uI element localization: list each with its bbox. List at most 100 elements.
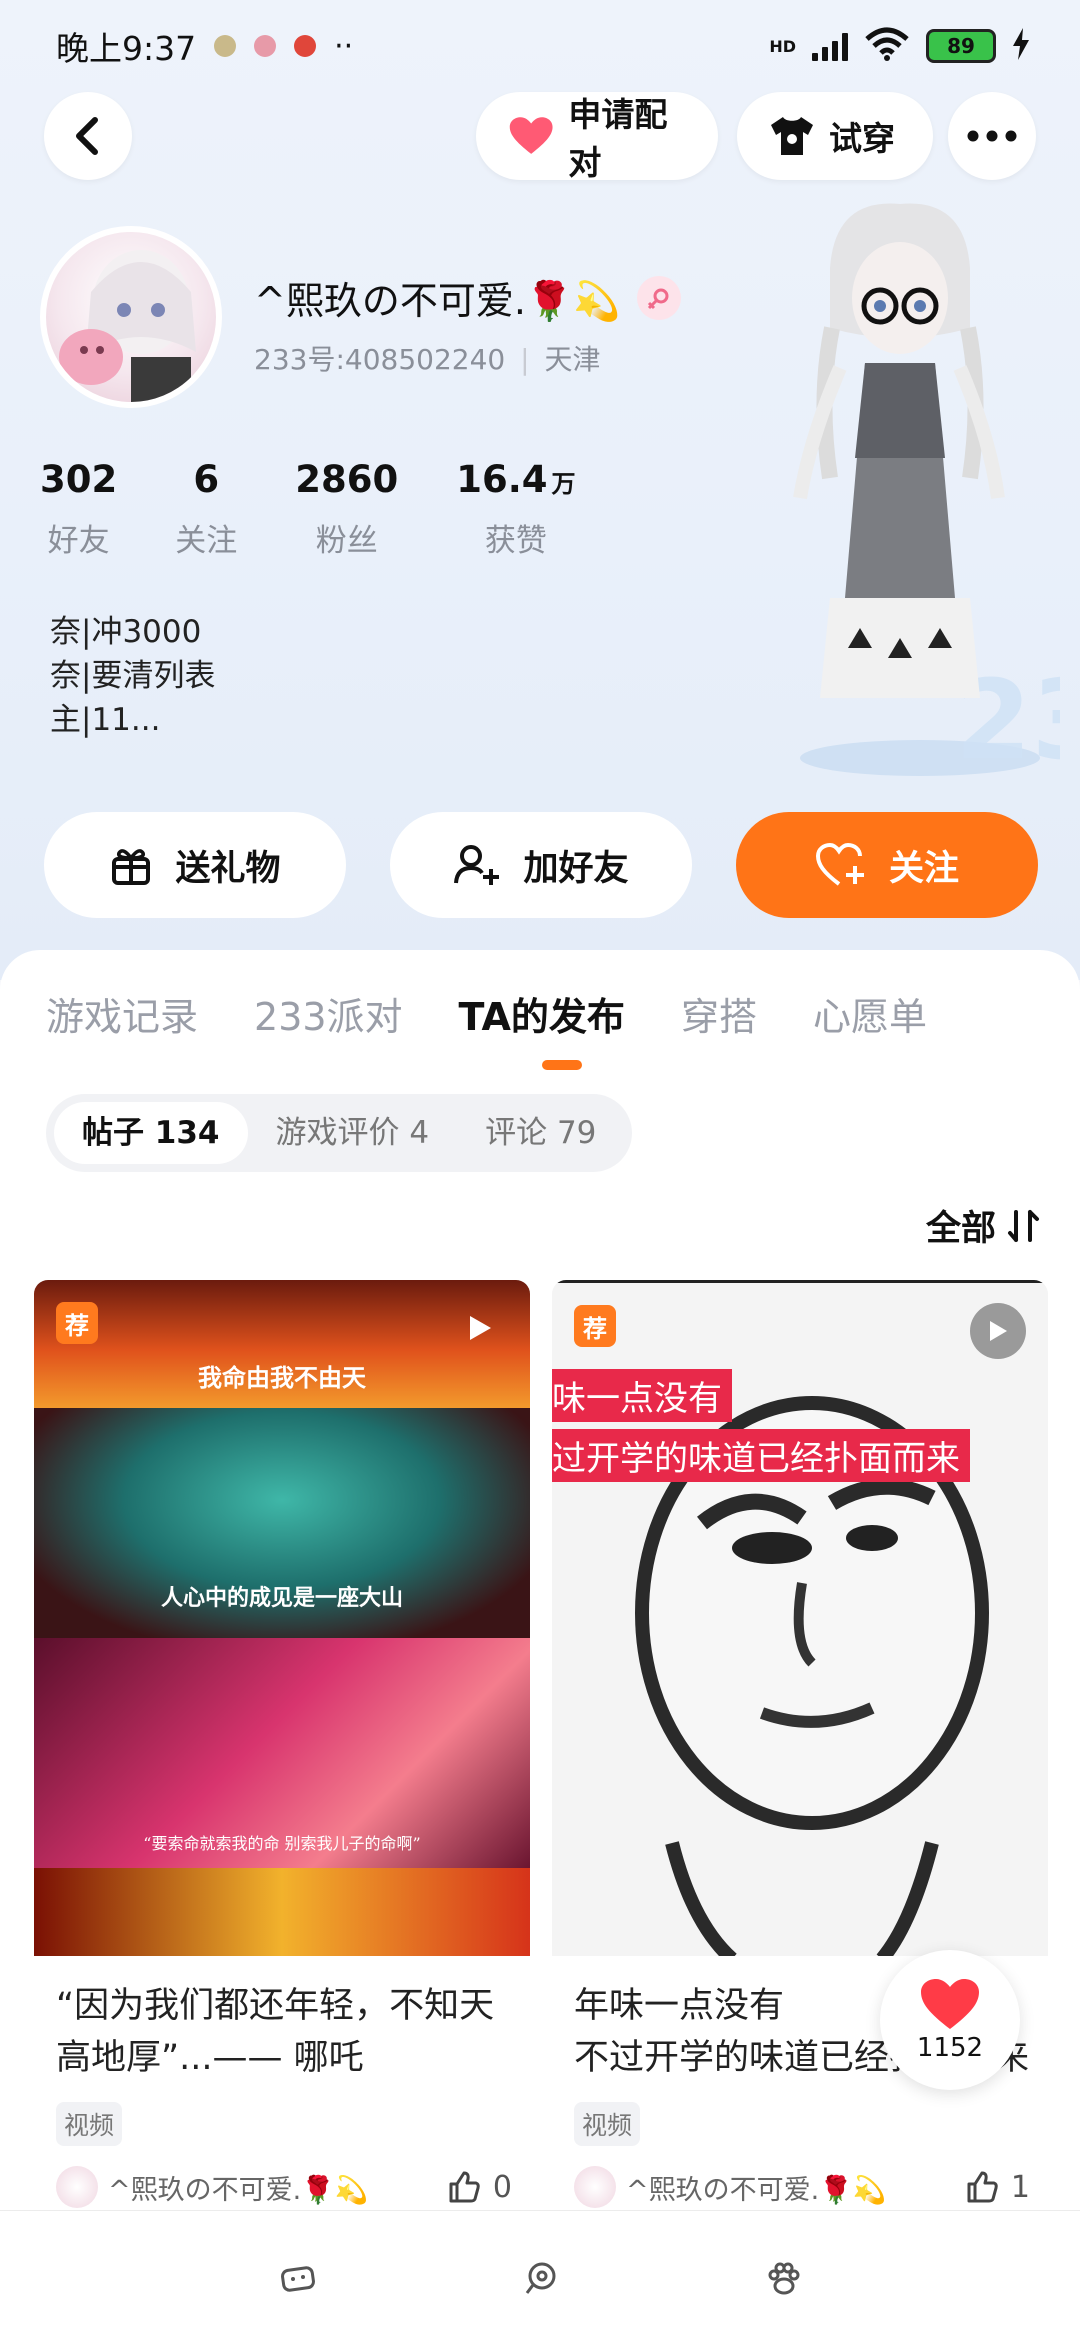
username-text: ^熙玖の不可爱.🌹💫 [254, 279, 621, 323]
gift-icon [112, 849, 151, 885]
game-icon[interactable] [278, 2259, 318, 2299]
status-time: 晚上9:37 [56, 29, 197, 68]
thumb-up-icon [449, 2171, 480, 2203]
user-location: 天津 [544, 343, 601, 376]
tab-game-records[interactable]: 游戏记录 [46, 986, 198, 1041]
segment-game-reviews[interactable]: 游戏评价 4 [248, 1102, 458, 1164]
like-button[interactable]: 0 [447, 2170, 512, 2205]
stat-value: 16.4 [456, 458, 548, 501]
play-icon [452, 1300, 508, 1356]
back-icon [76, 117, 98, 155]
tab-party[interactable]: 233派对 [254, 986, 403, 1041]
notification-icon [214, 35, 237, 57]
video-caption: 过开学的味道已经扑面而来 [552, 1429, 970, 1482]
sort-dropdown[interactable]: 全部 [926, 1200, 1042, 1251]
chat-icon[interactable] [520, 2259, 560, 2299]
more-button[interactable] [948, 92, 1036, 180]
send-gift-button[interactable]: 送礼物 [44, 812, 346, 918]
like-count: 1 [1010, 2169, 1030, 2205]
video-caption: 味一点没有 [552, 1369, 732, 1422]
stat-friends[interactable]: 302 好友 [40, 458, 117, 560]
notification-icon [294, 35, 317, 57]
post-type-tag: 视频 [574, 2102, 641, 2146]
notification-icon [254, 35, 277, 57]
like-button[interactable]: 1 [965, 2170, 1030, 2205]
segment-posts[interactable]: 帖子 134 [54, 1102, 248, 1164]
follow-button[interactable]: 关注 [736, 812, 1038, 918]
tab-wishlist[interactable]: 心愿单 [813, 986, 927, 1041]
stat-following[interactable]: 6 关注 [175, 458, 237, 560]
bottom-navigation [0, 2210, 1080, 2341]
follow-label: 关注 [888, 848, 959, 889]
try-on-label: 试穿 [829, 119, 895, 158]
add-friend-button[interactable]: 加好友 [390, 812, 692, 918]
back-button[interactable] [44, 92, 132, 180]
heart-icon [509, 117, 553, 154]
paw-icon[interactable] [764, 2259, 804, 2299]
wifi-icon [864, 27, 910, 66]
avatar-3d-figure[interactable]: 23 [740, 198, 1080, 798]
author-avatar [56, 2166, 98, 2208]
stat-likes[interactable]: 16.4 万 获赞 [456, 458, 575, 560]
post-type-segment: 帖子 134 游戏评价 4 评论 79 [46, 1094, 633, 1172]
author-name: ^熙玖の不可爱.🌹💫 [108, 2174, 369, 2206]
avatar[interactable] [40, 226, 222, 408]
recommended-badge: 荐 [574, 1305, 616, 1347]
profile-actions: 送礼物 加好友 关注 [44, 812, 1038, 918]
profile-tabs: 游戏记录 233派对 TA的发布 穿搭 心愿单 [46, 986, 927, 1041]
post-type-tag: 视频 [56, 2102, 123, 2146]
heart-like-button[interactable]: 1152 [880, 1950, 1020, 2090]
request-pair-button[interactable]: 申请配对 [476, 92, 718, 182]
heart-like-count: 1152 [916, 2033, 984, 2063]
post-card[interactable]: 我命由我不由天 人心中的成见是一座大山 “要索命就索我的命 别索我儿子的命啊” … [34, 1280, 530, 2210]
post-author-row: ^熙玖の不可爱.🌹💫 0 [56, 2164, 512, 2210]
bio[interactable]: 奈|冲3000 奈|要清列表 主|11... [50, 610, 215, 742]
username: ^熙玖の不可爱.🌹💫 [254, 270, 681, 325]
segment-comments[interactable]: 评论 79 [457, 1102, 624, 1164]
post-thumbnail: 味一点没有 过开学的味道已经扑面而来 荐 [552, 1280, 1048, 1956]
request-pair-label: 申请配对 [568, 95, 668, 182]
stat-value: 6 [193, 458, 220, 501]
stat-label: 粉丝 [315, 523, 378, 559]
stat-unit: 万 [551, 470, 576, 498]
try-on-button[interactable]: 试穿 [737, 92, 933, 180]
gender-female-icon [636, 275, 681, 320]
send-gift-label: 送礼物 [175, 848, 281, 889]
active-tab-indicator [542, 1060, 582, 1070]
status-bar: 晚上9:37 ·· HD 89 [56, 22, 1030, 70]
profile-subinfo: 233号:408502240 | 天津 [254, 343, 601, 376]
post-title: “因为我们都还年轻，不知天高地厚”...—— 哪吒 [56, 1986, 495, 2078]
add-friend-label: 加好友 [523, 848, 629, 889]
battery-indicator: 89 [926, 29, 996, 63]
tab-outfits[interactable]: 穿搭 [681, 986, 757, 1041]
signal-icon [812, 31, 848, 61]
tab-posts[interactable]: TA的发布 [459, 986, 625, 1041]
thumb-up-icon [967, 2171, 998, 2203]
bio-line: 主|11... [50, 702, 161, 738]
add-user-icon [454, 845, 500, 885]
sort-label: 全部 [925, 1209, 996, 1249]
stat-label: 获赞 [484, 523, 547, 559]
heart-plus-icon [815, 842, 864, 886]
stat-label: 关注 [175, 523, 238, 559]
post-thumbnail: 我命由我不由天 人心中的成见是一座大山 “要索命就索我的命 别索我儿子的命啊” … [34, 1280, 530, 1956]
network-label: HD [769, 36, 796, 56]
post-author-row: ^熙玖の不可爱.🌹💫 1 [574, 2164, 1030, 2210]
stat-value: 302 [40, 458, 118, 501]
video-caption: 我命由我不由天 [198, 1363, 366, 1392]
charging-icon [1012, 27, 1030, 65]
stat-value: 2860 [295, 458, 399, 501]
sort-icon [1008, 1209, 1039, 1242]
recommended-badge: 荐 [56, 1302, 98, 1344]
avatar-illustration [59, 250, 196, 402]
play-icon [970, 1303, 1026, 1359]
like-count: 0 [492, 2169, 512, 2205]
video-caption: 人心中的成见是一座大山 [160, 1585, 403, 1611]
profile-stats: 302 好友 6 关注 2860 粉丝 16.4 万 获赞 [40, 458, 634, 560]
stat-fans[interactable]: 2860 粉丝 [295, 458, 398, 560]
more-notifications-icon: ·· [334, 28, 354, 64]
bio-line: 奈|要清列表 [50, 658, 216, 694]
heart-icon [921, 1979, 979, 2029]
video-caption: “要索命就索我的命 别索我儿子的命啊” [143, 1834, 421, 1853]
bio-line: 奈|冲3000 [50, 614, 202, 650]
